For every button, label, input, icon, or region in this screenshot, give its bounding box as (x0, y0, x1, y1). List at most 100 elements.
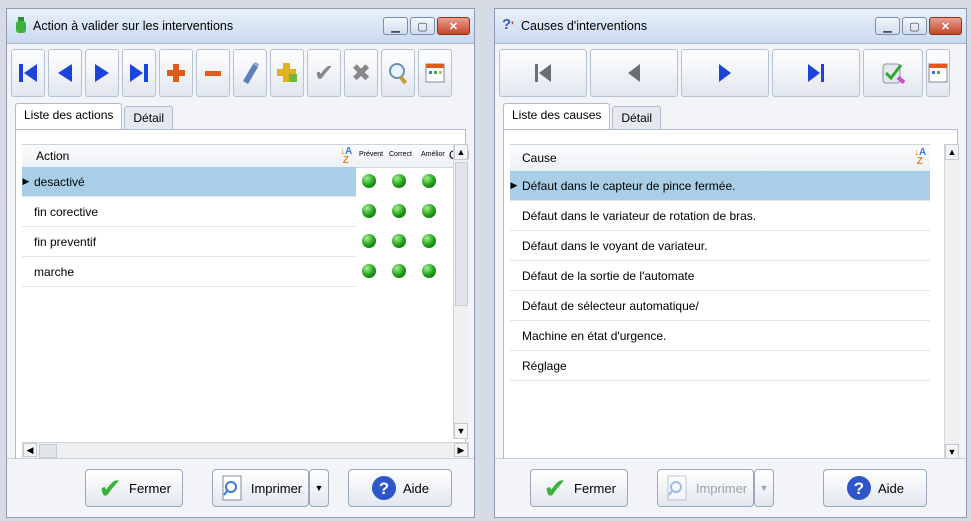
last-record-button[interactable] (122, 49, 156, 97)
aide-button[interactable]: ? Aide (823, 469, 927, 507)
cross-icon: ✖ (350, 59, 372, 87)
dropdown-arrow-icon: ▼ (314, 483, 324, 493)
footer: ✔ Fermer Imprimer ▼ ? Aide (495, 458, 966, 517)
maximize-button[interactable]: ▢ (902, 17, 927, 35)
sort-az-icon[interactable]: ↓A Z (914, 148, 926, 167)
previous-icon (58, 64, 72, 82)
table-button[interactable] (926, 49, 950, 97)
svg-text:?: ? (854, 479, 864, 498)
maximize-button[interactable]: ▢ (410, 17, 435, 35)
next-record-button[interactable] (85, 49, 119, 97)
svg-text:?: ? (379, 479, 389, 498)
select-button[interactable] (863, 49, 923, 97)
green-dot-icon (362, 234, 376, 248)
validate-button[interactable]: ✔ (307, 49, 341, 97)
last-record-button[interactable] (772, 49, 860, 97)
grid-header: Action ↓A Z Prévent Correct Amélior Ord (22, 144, 469, 168)
green-bottle-icon (16, 17, 26, 33)
print-preview-icon (219, 475, 245, 501)
green-dot-icon (422, 174, 436, 188)
title-bar: Action à valider sur les interventions ▁… (7, 9, 474, 44)
table-row[interactable]: fin preventif (22, 227, 356, 257)
next-icon (719, 64, 731, 82)
first-icon (19, 64, 37, 82)
duplicate-button[interactable] (270, 49, 304, 97)
table-row[interactable]: Défaut dans le voyant de variateur. (510, 231, 930, 261)
action-cell: fin preventif (34, 234, 97, 249)
green-dot-icon (422, 264, 436, 278)
sort-az-icon[interactable]: ↓A Z (340, 147, 352, 166)
tab-liste-actions[interactable]: Liste des actions (15, 103, 123, 132)
minus-icon (205, 71, 221, 76)
scroll-left-button[interactable]: ◀ (23, 443, 37, 457)
fermer-button[interactable]: ✔ Fermer (85, 469, 183, 507)
action-cell: marche (34, 264, 75, 279)
table-icon (425, 63, 445, 83)
table-row[interactable]: Défaut de sélecteur automatique/ (510, 291, 930, 321)
table-row[interactable]: Défaut de la sortie de l'automate (510, 261, 930, 291)
imprimer-dropdown-button[interactable]: ▼ (754, 469, 774, 507)
action-cell: fin corective (34, 204, 99, 219)
vertical-scrollbar[interactable]: ▲ ▼ (453, 144, 468, 439)
help-icon: ? (371, 475, 397, 501)
next-record-button[interactable] (681, 49, 769, 97)
column-header-cause[interactable]: Cause (522, 151, 557, 165)
table-row[interactable]: ▶ desactivé (22, 167, 356, 197)
table-row[interactable]: Réglage (510, 351, 930, 381)
scroll-up-button[interactable]: ▲ (454, 144, 468, 160)
brush-icon (243, 62, 259, 84)
close-button[interactable]: ✕ (929, 17, 962, 35)
imprimer-dropdown-button[interactable]: ▼ (309, 469, 329, 507)
column-header-preventif[interactable]: Prévent (359, 151, 383, 158)
column-header-amelior[interactable]: Amélior (421, 151, 445, 158)
hscroll-thumb[interactable] (39, 444, 57, 458)
green-check-icon: ✔ (543, 472, 567, 504)
grid-header: Cause ↓A Z (510, 144, 930, 172)
previous-record-button[interactable] (48, 49, 82, 97)
footer: ✔ Fermer Imprimer ▼ ? Aide (7, 458, 474, 517)
imprimer-button[interactable]: Imprimer (212, 469, 309, 507)
actions-grid-panel: Action ↓A Z Prévent Correct Amélior Ord … (15, 129, 469, 463)
search-button[interactable] (381, 49, 415, 97)
aide-button[interactable]: ? Aide (348, 469, 452, 507)
table-row[interactable]: Machine en état d'urgence. (510, 321, 930, 351)
green-dot-icon (392, 174, 406, 188)
vertical-scrollbar[interactable]: ▲ ▼ (944, 144, 959, 460)
imprimer-label: Imprimer (250, 480, 303, 496)
green-dot-icon (362, 204, 376, 218)
imprimer-button[interactable]: Imprimer (657, 469, 754, 507)
green-dot-icon (392, 234, 406, 248)
column-header-action[interactable]: Action (36, 149, 69, 163)
close-button[interactable]: ✕ (437, 17, 470, 35)
minimize-button[interactable]: ▁ (383, 17, 408, 35)
check-icon: ✔ (313, 59, 335, 87)
previous-record-button[interactable] (590, 49, 678, 97)
green-check-icon: ✔ (98, 472, 122, 504)
first-record-button[interactable] (499, 49, 587, 97)
cause-cell: Défaut dans le variateur de rotation de … (522, 208, 757, 223)
green-dot-icon (362, 174, 376, 188)
edit-button[interactable] (233, 49, 267, 97)
scroll-thumb[interactable] (455, 162, 468, 306)
minimize-button[interactable]: ▁ (875, 17, 900, 35)
causes-grid-panel: Cause ↓A Z ▶ Défaut dans le capteur de p… (503, 129, 959, 463)
scroll-up-button[interactable]: ▲ (945, 144, 959, 160)
column-header-correctif[interactable]: Correct (389, 151, 412, 158)
table-row[interactable]: ▶ Défaut dans le capteur de pince fermée… (510, 171, 930, 201)
green-dot-icon (392, 264, 406, 278)
table-button[interactable] (418, 49, 452, 97)
table-row[interactable]: marche (22, 257, 356, 287)
delete-button[interactable] (196, 49, 230, 97)
first-record-button[interactable] (11, 49, 45, 97)
scroll-down-button[interactable]: ▼ (454, 423, 468, 439)
green-dot-icon (422, 204, 436, 218)
cause-cell: Défaut dans le voyant de variateur. (522, 238, 708, 253)
imprimer-label: Imprimer (695, 480, 748, 496)
add-button[interactable] (159, 49, 193, 97)
fermer-button[interactable]: ✔ Fermer (530, 469, 628, 507)
table-row[interactable]: Défaut dans le variateur de rotation de … (510, 201, 930, 231)
tab-liste-causes[interactable]: Liste des causes (503, 103, 611, 132)
cancel-button[interactable]: ✖ (344, 49, 378, 97)
table-row[interactable]: fin corective (22, 197, 356, 227)
scroll-right-button[interactable]: ▶ (454, 443, 468, 457)
